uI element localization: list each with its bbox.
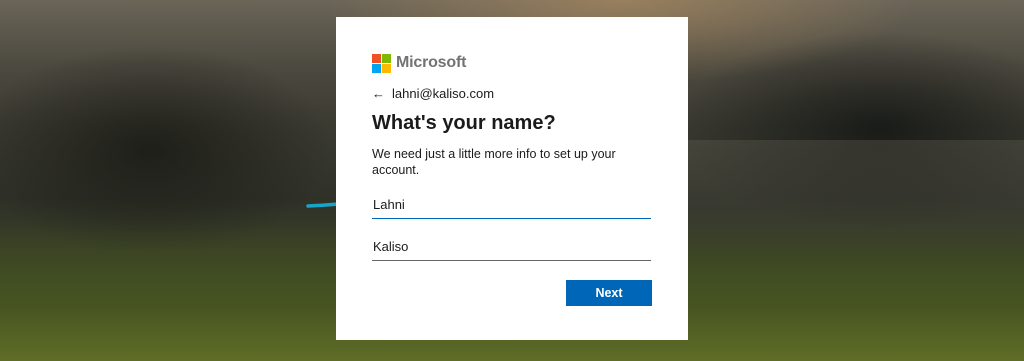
brand-name: Microsoft — [396, 54, 467, 71]
signup-card: Microsoft ← lahni@kaliso.com What's your… — [336, 17, 688, 340]
last-name-field — [372, 235, 651, 261]
microsoft-logo-icon — [372, 53, 391, 73]
page-title: What's your name? — [372, 112, 556, 134]
last-name-input[interactable] — [372, 235, 651, 257]
page-description: We need just a little more info to set u… — [372, 147, 616, 177]
last-name-underline — [372, 260, 651, 261]
first-name-input[interactable] — [372, 193, 651, 215]
identity-banner: ← lahni@kaliso.com — [372, 86, 652, 101]
first-name-field — [372, 193, 651, 219]
microsoft-logo: Microsoft — [372, 53, 652, 73]
back-arrow-icon[interactable]: ← — [372, 86, 385, 101]
next-button[interactable]: Next — [566, 280, 652, 306]
account-email: lahni@kaliso.com — [392, 86, 495, 101]
first-name-underline — [372, 217, 651, 219]
